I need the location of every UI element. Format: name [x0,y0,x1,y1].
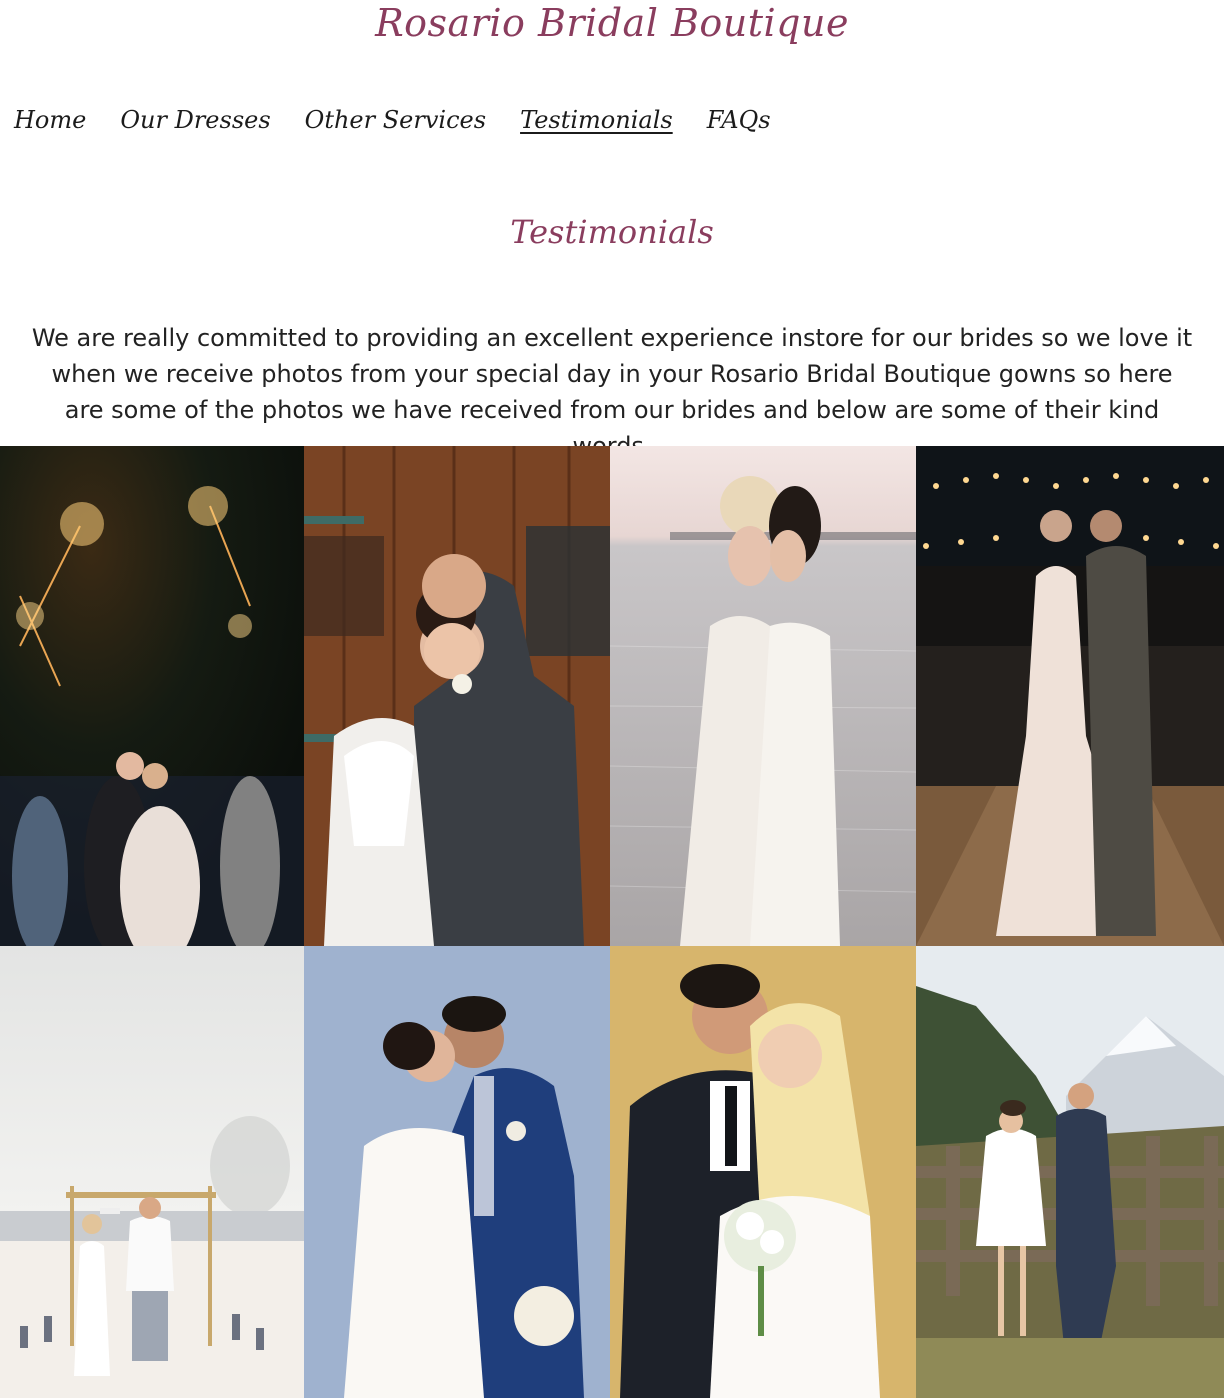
string-lights-tent-image [916,446,1224,946]
photo-string-lights-tent[interactable] [916,446,1224,946]
nav-faqs[interactable]: FAQs [707,106,771,134]
photo-wooden-door-couple[interactable] [304,446,610,946]
nav-testimonials[interactable]: Testimonials [520,106,673,134]
photo-gallery [0,446,1224,1398]
nav-other-services[interactable]: Other Services [305,106,486,134]
intro-text: We are really committed to providing an … [31,324,1193,460]
lakeside-brides-image [610,446,916,946]
photo-lakeside-brides[interactable] [610,446,916,946]
wooden-door-couple-image [304,446,610,946]
site-brand: Rosario Bridal Boutique [375,1,849,45]
photo-sparkler-kiss[interactable] [0,446,304,946]
mountain-fence-image [916,946,1224,1398]
main-nav: Home Our Dresses Other Services Testimon… [14,100,805,140]
photo-mountain-fence[interactable] [916,946,1224,1398]
blue-backdrop-couple-image [304,946,610,1398]
photo-beach-arch[interactable] [0,946,304,1398]
photo-blue-backdrop-couple[interactable] [304,946,610,1398]
sparkler-kiss-image [0,446,304,946]
page-heading: Testimonials [510,213,714,251]
beach-arch-image [0,946,304,1398]
nav-home[interactable]: Home [14,106,86,134]
nav-our-dresses[interactable]: Our Dresses [120,106,270,134]
gold-backdrop-couple-image [610,946,916,1398]
photo-gold-backdrop-couple[interactable] [610,946,916,1398]
